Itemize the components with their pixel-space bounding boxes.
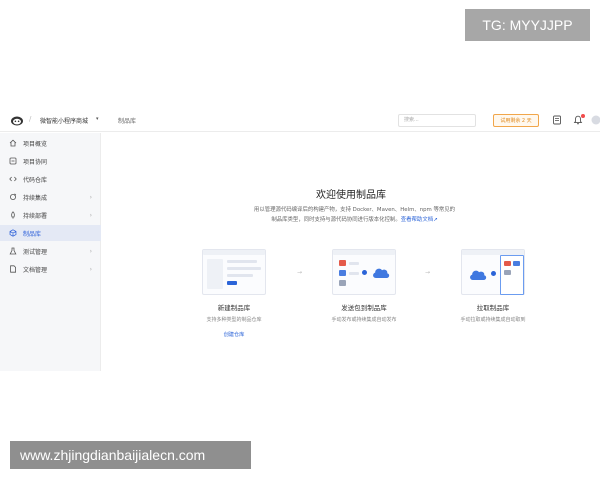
push-package-illustration	[332, 249, 396, 295]
description-line: 用以管理源代码编译后的构建产物，支持 Docker、Maven、Helm、npm…	[253, 207, 456, 213]
step-label: 新建制品库	[217, 304, 251, 312]
flask-icon	[9, 247, 17, 255]
step-push-package: 发送包到制品库 手动发布或持续集成自动发布	[314, 249, 414, 323]
chevron-right-icon: ›	[89, 265, 92, 273]
step-subtitle: 支持多种类型的制品仓库	[206, 317, 262, 323]
sidebar-item-label: 持续集成	[23, 194, 48, 202]
step-label: 发送包到制品库	[341, 304, 387, 312]
sidebar-item-docs[interactable]: 文档管理 ›	[0, 261, 101, 277]
page-description: 用以管理源代码编译后的构建产物，支持 Docker、Maven、Helm、npm…	[242, 205, 467, 225]
breadcrumb-separator: /	[29, 115, 32, 123]
sidebar-item-artifacts[interactable]: 制品库	[0, 225, 101, 241]
loop-icon	[10, 193, 17, 200]
page-title: 欢迎使用制品库	[316, 190, 386, 201]
chevron-right-icon: ›	[89, 247, 92, 255]
watermark-top: TG: MYYJJPP	[465, 9, 590, 41]
watermark-bottom: www.zhjingdianbaijialecn.com	[10, 441, 251, 469]
sidebar-item-label: 文档管理	[23, 266, 48, 274]
description-line-2: 制品库类型，同时支持与源代码协同进行版本化控制。查看帮助文档↗	[242, 215, 467, 225]
home-icon	[9, 139, 17, 147]
sidebar-item-label: 制品库	[23, 230, 42, 238]
pull-package-illustration	[461, 249, 525, 295]
search-input[interactable]: 搜索...	[398, 114, 476, 127]
sidebar-item-label: 项目协同	[23, 158, 48, 166]
help-doc-link[interactable]: 查看帮助文档↗	[401, 217, 438, 223]
chevron-right-icon: ›	[89, 211, 92, 219]
package-icon	[9, 229, 17, 237]
sidebar-item-overview[interactable]: 项目概览	[0, 135, 101, 151]
create-repo-link[interactable]: 创建仓库	[184, 331, 284, 338]
cloud-icon	[470, 270, 487, 280]
main-content: 欢迎使用制品库 用以管理源代码编译后的构建产物，支持 Docker、Maven、…	[102, 133, 600, 371]
chevron-down-icon[interactable]: ▾	[96, 116, 99, 122]
sidebar: 项目概览 项目协同 代码仓库 持续集成 › 持续部署 › 制品库 测试管理 › …	[0, 133, 101, 371]
top-bar: / 微智能小程序商城 ▾ 制品库 搜索... 试用剩余 2 天	[0, 108, 600, 132]
screenshot-stage: TG: MYYJJPP / 微智能小程序商城 ▾ 制品库 搜索... 试用剩余 …	[0, 0, 600, 480]
step-pull-package: 拉取制品库 手动拉取或持续集成自动取到	[443, 249, 543, 323]
create-repo-illustration	[202, 249, 266, 295]
sidebar-item-label: 代码仓库	[23, 176, 48, 184]
arrow-right-icon: →	[297, 269, 303, 276]
sidebar-item-collaboration[interactable]: 项目协同	[0, 153, 101, 169]
step-create-repo: 新建制品库 支持多种类型的制品仓库 创建仓库	[184, 249, 284, 338]
sidebar-item-testing[interactable]: 测试管理 ›	[0, 243, 101, 259]
project-switcher[interactable]: 微智能小程序商城	[40, 116, 88, 125]
sidebar-item-label: 测试管理	[23, 248, 48, 256]
app-window: / 微智能小程序商城 ▾ 制品库 搜索... 试用剩余 2 天 项目概览 项目协…	[0, 108, 600, 371]
description-text: 制品库类型，同时支持与源代码协同进行版本化控制。	[271, 217, 401, 223]
mascot-logo-icon[interactable]	[10, 114, 24, 126]
code-icon	[9, 176, 17, 182]
step-subtitle: 手动拉取或持续集成自动取到	[460, 317, 526, 323]
notification-dot	[581, 114, 585, 118]
sidebar-item-label: 持续部署	[23, 212, 48, 220]
document-icon[interactable]	[552, 115, 562, 125]
rocket-icon	[11, 211, 15, 219]
avatar-icon[interactable]	[591, 115, 600, 125]
breadcrumb-current: 制品库	[118, 118, 137, 125]
board-icon	[9, 157, 17, 165]
trial-remaining-button[interactable]: 试用剩余 2 天	[493, 114, 539, 127]
arrow-right-icon: →	[425, 269, 431, 276]
sidebar-item-cd[interactable]: 持续部署 ›	[0, 207, 101, 223]
sidebar-item-label: 项目概览	[23, 140, 48, 148]
chevron-right-icon: ›	[89, 193, 92, 201]
sidebar-item-ci[interactable]: 持续集成 ›	[0, 189, 101, 205]
step-subtitle: 手动发布或持续集成自动发布	[331, 317, 397, 323]
sidebar-item-code-repo[interactable]: 代码仓库	[0, 171, 101, 187]
step-label: 拉取制品库	[476, 304, 510, 312]
file-icon	[10, 265, 16, 273]
cloud-icon	[373, 268, 390, 278]
